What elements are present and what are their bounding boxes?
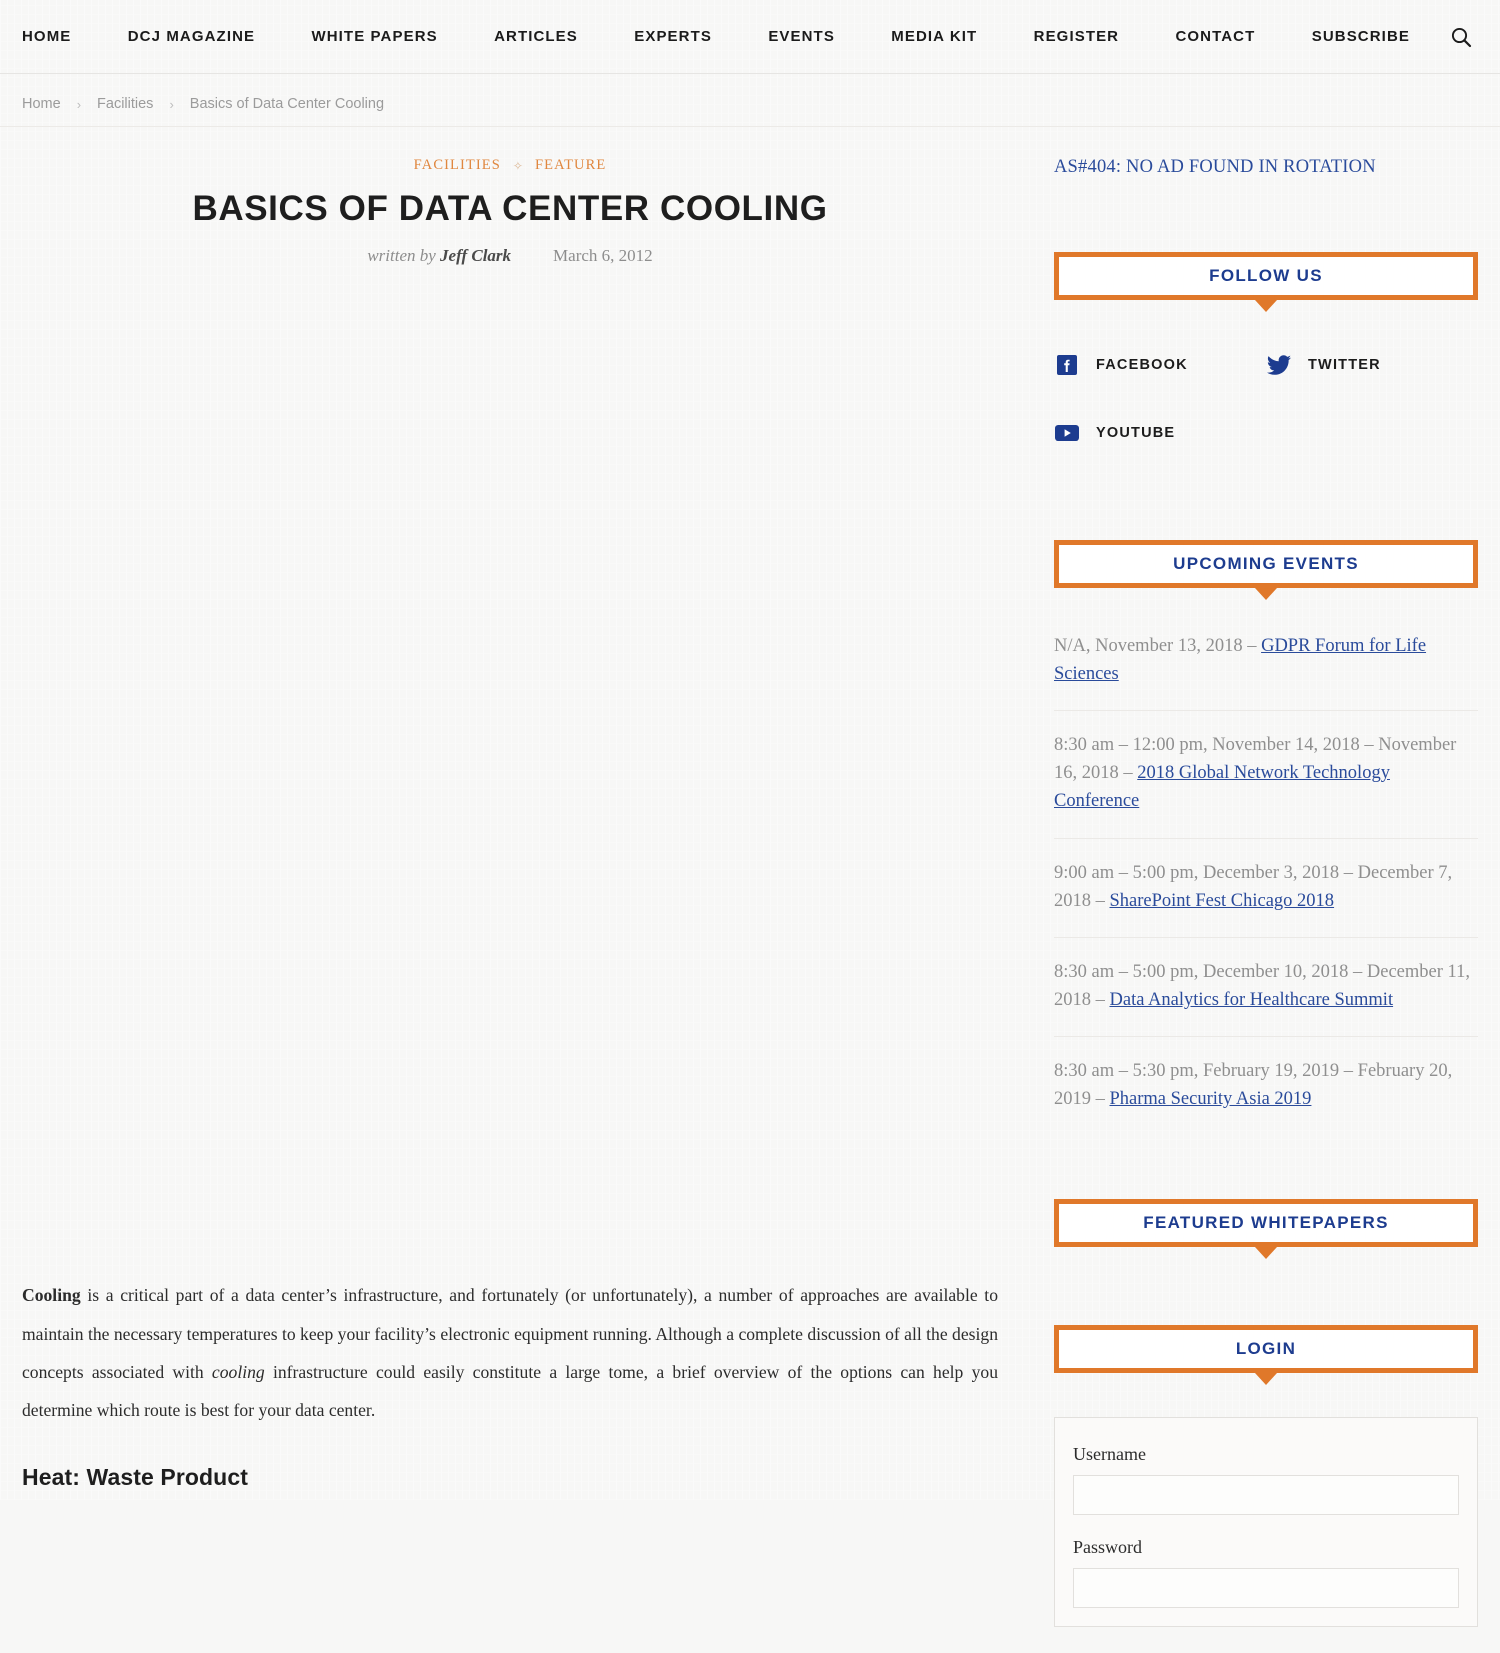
nav-home[interactable]: HOME [22,28,71,45]
widget-follow-us: FOLLOW US FACEBOOK TWITTER YOUTUBE [1054,252,1478,488]
event-link[interactable]: Pharma Security Asia 2019 [1110,1089,1312,1109]
featured-image-placeholder [22,266,998,1276]
event-item: 8:30 am – 5:00 pm, December 10, 2018 – D… [1054,958,1478,1037]
chevron-right-icon: › [76,96,82,112]
social-link-facebook[interactable]: FACEBOOK [1054,352,1266,378]
article-column: FACILITIES ✧ FEATURE BASICS OF DATA CENT… [0,127,1020,1491]
nav-links: HOME DCJ MAGAZINE WHITE PAPERS ARTICLES … [22,28,1444,45]
nav-events[interactable]: EVENTS [768,28,835,45]
widget-title-follow-us: FOLLOW US [1209,266,1323,285]
widget-login: LOGIN Username Password [1054,1325,1478,1628]
article-paragraph: Cooling is a critical part of a data cen… [22,1276,998,1429]
category-feature[interactable]: FEATURE [535,157,606,174]
breadcrumb-facilities[interactable]: Facilities [97,96,153,112]
social-link-twitter[interactable]: TWITTER [1266,352,1478,378]
diamond-separator-icon: ✧ [512,158,523,173]
event-datetime: N/A, November 13, 2018 – [1054,636,1262,656]
widget-title-login: LOGIN [1235,1339,1297,1359]
event-item: 8:30 am – 12:00 pm, November 14, 2018 – … [1054,731,1478,839]
widget-header: LOGIN [1054,1325,1478,1374]
breadcrumb-current: Basics of Data Center Cooling [189,96,385,112]
event-item: 9:00 am – 5:00 pm, December 3, 2018 – De… [1054,859,1478,938]
event-link[interactable]: SharePoint Fest Chicago 2018 [1110,891,1335,911]
username-input[interactable] [1073,1475,1459,1516]
widget-header-inner: UPCOMING EVENTS [1059,545,1473,583]
breadcrumb-home[interactable]: Home [22,96,61,112]
nav-contact[interactable]: CONTACT [1175,28,1255,45]
nav-experts[interactable]: EXPERTS [634,28,712,45]
byline-group: written by Jeff Clark [367,246,511,266]
written-by-label: written by [367,246,436,266]
event-item: 8:30 am – 5:30 pm, February 19, 2019 – F… [1054,1057,1478,1135]
social-link-youtube[interactable]: YOUTUBE [1054,420,1266,446]
password-label: Password [1073,1537,1143,1558]
widget-header: FEATURED WHITEPAPERS [1054,1199,1478,1248]
page-root: HOME DCJ MAGAZINE WHITE PAPERS ARTICLES … [0,0,1500,1653]
widget-header: FOLLOW US [1054,252,1478,300]
social-label-youtube: YOUTUBE [1096,425,1176,441]
widget-featured-whitepapers: FEATURED WHITEPAPERS [1054,1199,1478,1248]
paragraph-emphasis-word: cooling [211,1361,265,1382]
login-form: Username Password [1054,1417,1478,1628]
content-layout: FACILITIES ✧ FEATURE BASICS OF DATA CENT… [0,127,1500,1653]
widget-header-inner: FOLLOW US [1059,257,1473,295]
widget-header-inner: FEATURED WHITEPAPERS [1059,1204,1473,1243]
page-title: BASICS OF DATA CENTER COOLING [192,189,828,228]
sidebar: AS#404: NO AD FOUND IN ROTATION FOLLOW U… [1020,127,1500,1653]
twitter-icon [1266,352,1292,378]
youtube-icon [1054,420,1080,446]
username-label: Username [1073,1444,1146,1465]
nav-media-kit[interactable]: MEDIA KIT [891,28,977,45]
widget-header: UPCOMING EVENTS [1054,540,1478,588]
event-link[interactable]: Data Analytics for Healthcare Summit [1110,990,1394,1010]
nav-articles[interactable]: ARTICLES [494,28,578,45]
ad-rotation-notice[interactable]: AS#404: NO AD FOUND IN ROTATION [1054,157,1478,178]
search-icon[interactable] [1444,20,1478,54]
chevron-right-icon: › [169,96,174,112]
event-item: N/A, November 13, 2018 – GDPR Forum for … [1054,632,1478,712]
password-input[interactable] [1073,1568,1459,1609]
primary-navigation: HOME DCJ MAGAZINE WHITE PAPERS ARTICLES … [0,0,1500,74]
article-subheading: Heat: Waste Product [22,1463,248,1490]
breadcrumb: Home › Facilities › Basics of Data Cente… [0,74,1500,127]
widget-upcoming-events: UPCOMING EVENTS N/A, November 13, 2018 –… [1054,540,1478,1135]
widget-header-inner: LOGIN [1059,1330,1473,1369]
category-facilities[interactable]: FACILITIES [414,157,501,174]
facebook-icon [1054,352,1080,378]
nav-dcj-magazine[interactable]: DCJ MAGAZINE [128,28,255,45]
nav-register[interactable]: REGISTER [1034,28,1119,45]
social-label-twitter: TWITTER [1308,357,1381,373]
publish-date: March 6, 2012 [553,246,653,266]
article-categories: FACILITIES ✧ FEATURE [22,157,998,174]
paragraph-lead-word: Cooling [22,1285,81,1306]
events-list: N/A, November 13, 2018 – GDPR Forum for … [1054,632,1478,1135]
widget-title-upcoming-events: UPCOMING EVENTS [1173,554,1359,573]
nav-white-papers[interactable]: WHITE PAPERS [311,28,437,45]
nav-subscribe[interactable]: SUBSCRIBE [1312,28,1410,45]
article-byline: written by Jeff Clark March 6, 2012 [22,246,998,266]
widget-title-featured-whitepapers: FEATURED WHITEPAPERS [1143,1213,1389,1233]
author-link[interactable]: Jeff Clark [440,246,511,265]
social-label-facebook: FACEBOOK [1096,357,1188,373]
social-links: FACEBOOK TWITTER YOUTUBE [1054,352,1478,488]
